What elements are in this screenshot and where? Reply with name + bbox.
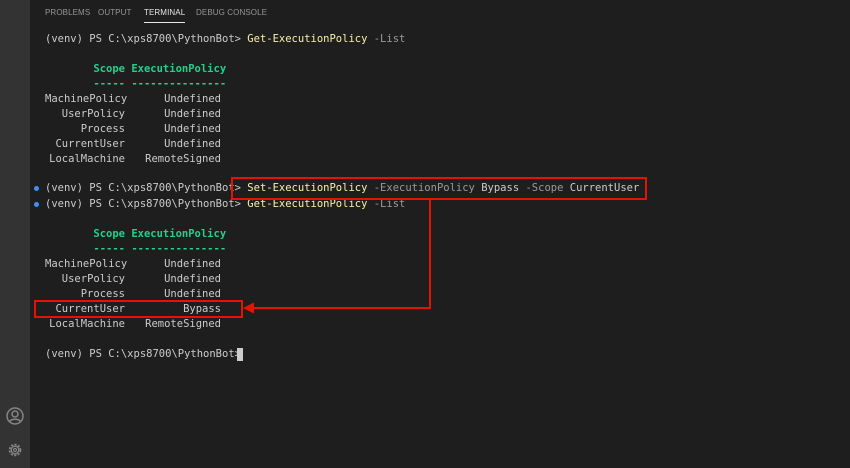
- table-rule: ----- ---------------: [93, 78, 227, 90]
- table-row: LocalMachine RemoteSigned: [49, 318, 221, 330]
- account-icon[interactable]: [5, 406, 25, 426]
- command-decoration-icon[interactable]: [34, 186, 39, 191]
- table-row: MachinePolicy Undefined: [45, 258, 221, 270]
- table-row: Process Undefined: [80, 123, 221, 135]
- terminal-line: (venv) PS C:\xps8700\PythonBot> Get-Exec…: [45, 32, 405, 47]
- table-header: Scope ExecutionPolicy: [93, 228, 227, 240]
- table-row: MachinePolicy Undefined: [45, 93, 221, 105]
- highlight-box-set-command: [231, 177, 647, 200]
- terminal-line[interactable]: (venv) PS C:\xps8700\PythonBot>: [45, 347, 241, 362]
- tab-problems[interactable]: PROBLEMS: [45, 8, 90, 17]
- table-row: UserPolicy Undefined: [61, 273, 221, 285]
- command-param: -List: [373, 33, 406, 45]
- tab-debug-console[interactable]: DEBUG CONSOLE: [196, 8, 267, 17]
- activity-bar: [0, 0, 30, 468]
- command-name: Get-ExecutionPolicy: [247, 33, 368, 45]
- terminal-panel: PROBLEMS OUTPUT TERMINAL DEBUG CONSOLE (…: [30, 0, 850, 468]
- command-decoration-icon[interactable]: [34, 202, 39, 207]
- tab-output[interactable]: OUTPUT: [98, 8, 132, 17]
- panel-tabs: PROBLEMS OUTPUT TERMINAL DEBUG CONSOLE: [30, 0, 850, 26]
- prompt: (venv) PS C:\xps8700\PythonBot>: [45, 348, 241, 360]
- table-rule: ----- ---------------: [93, 243, 227, 255]
- table-header: Scope ExecutionPolicy: [45, 62, 226, 77]
- tab-terminal[interactable]: TERMINAL: [144, 8, 186, 23]
- terminal-cursor: [237, 348, 243, 361]
- gear-icon[interactable]: [5, 440, 25, 460]
- prompt: (venv) PS C:\xps8700\PythonBot>: [45, 198, 241, 210]
- highlight-box-current-user: [34, 300, 243, 318]
- table-row: CurrentUser Undefined: [55, 138, 221, 150]
- table-row: LocalMachine RemoteSigned: [49, 153, 221, 165]
- arrow-head-icon: [243, 302, 254, 314]
- prompt: (venv) PS C:\xps8700\PythonBot>: [45, 33, 241, 45]
- prompt: (venv) PS C:\xps8700\PythonBot>: [45, 182, 241, 194]
- table-row: UserPolicy Undefined: [61, 108, 221, 120]
- header-policy: ExecutionPolicy: [131, 63, 227, 75]
- header-scope: Scope: [93, 63, 125, 75]
